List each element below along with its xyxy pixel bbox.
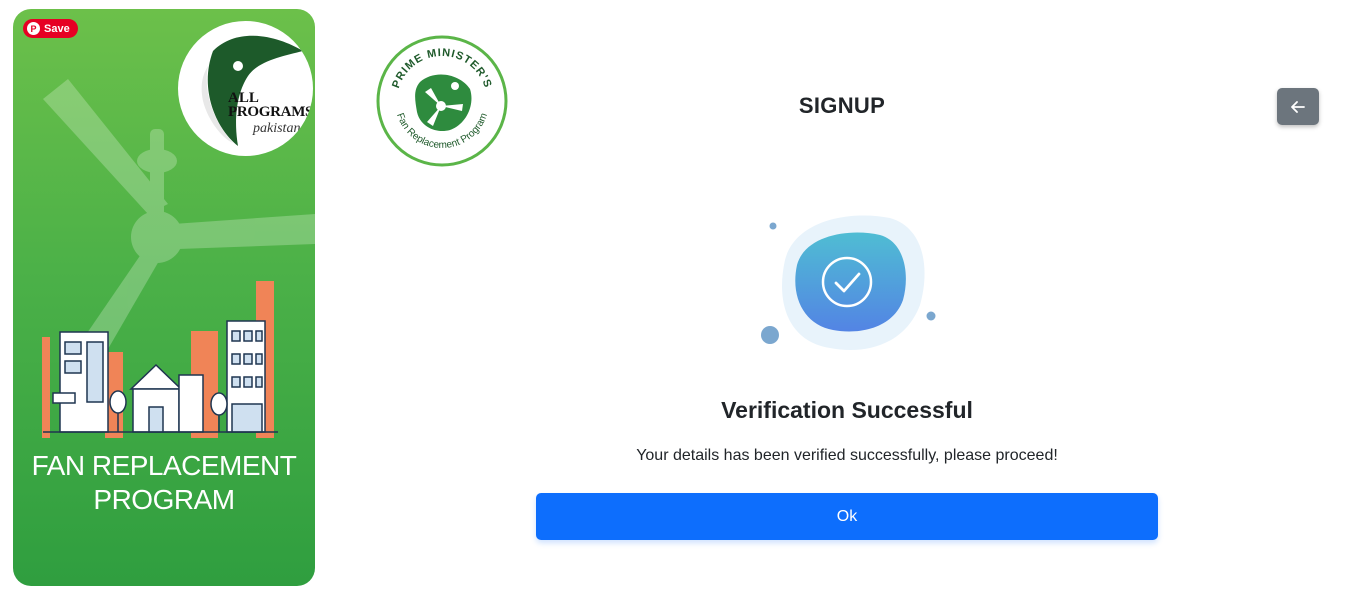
ok-button[interactable]: Ok xyxy=(536,493,1158,540)
badge-text-programs: PROGRAMS xyxy=(228,104,313,120)
promo-banner: P Save ALL PROGRAMS pakistan FAN REPLACE… xyxy=(13,9,315,586)
page-title: SIGNUP xyxy=(798,93,886,118)
badge-text-pakistan: pakistan xyxy=(253,121,301,136)
back-button[interactable] xyxy=(1277,88,1319,125)
promo-title-line1: FAN REPLACEMENT xyxy=(31,450,297,481)
success-illustration xyxy=(761,215,936,351)
pinterest-save-button[interactable]: P Save xyxy=(23,19,78,38)
promo-title: FAN REPLACEMENT PROGRAM xyxy=(13,449,315,517)
verification-title: Verification Successful xyxy=(721,397,973,423)
buildings-graphic xyxy=(43,320,278,433)
pinterest-icon: P xyxy=(27,22,40,35)
promo-title-line2: PROGRAM xyxy=(93,484,235,515)
program-logo: PRIME MINISTER'S Fan Replacement Program xyxy=(376,35,508,167)
verification-message: Your details has been verified successfu… xyxy=(636,447,1058,464)
all-programs-logo: ALL PROGRAMS pakistan xyxy=(178,21,313,156)
save-label: Save xyxy=(44,22,70,35)
arrow-left-icon xyxy=(1291,100,1305,113)
